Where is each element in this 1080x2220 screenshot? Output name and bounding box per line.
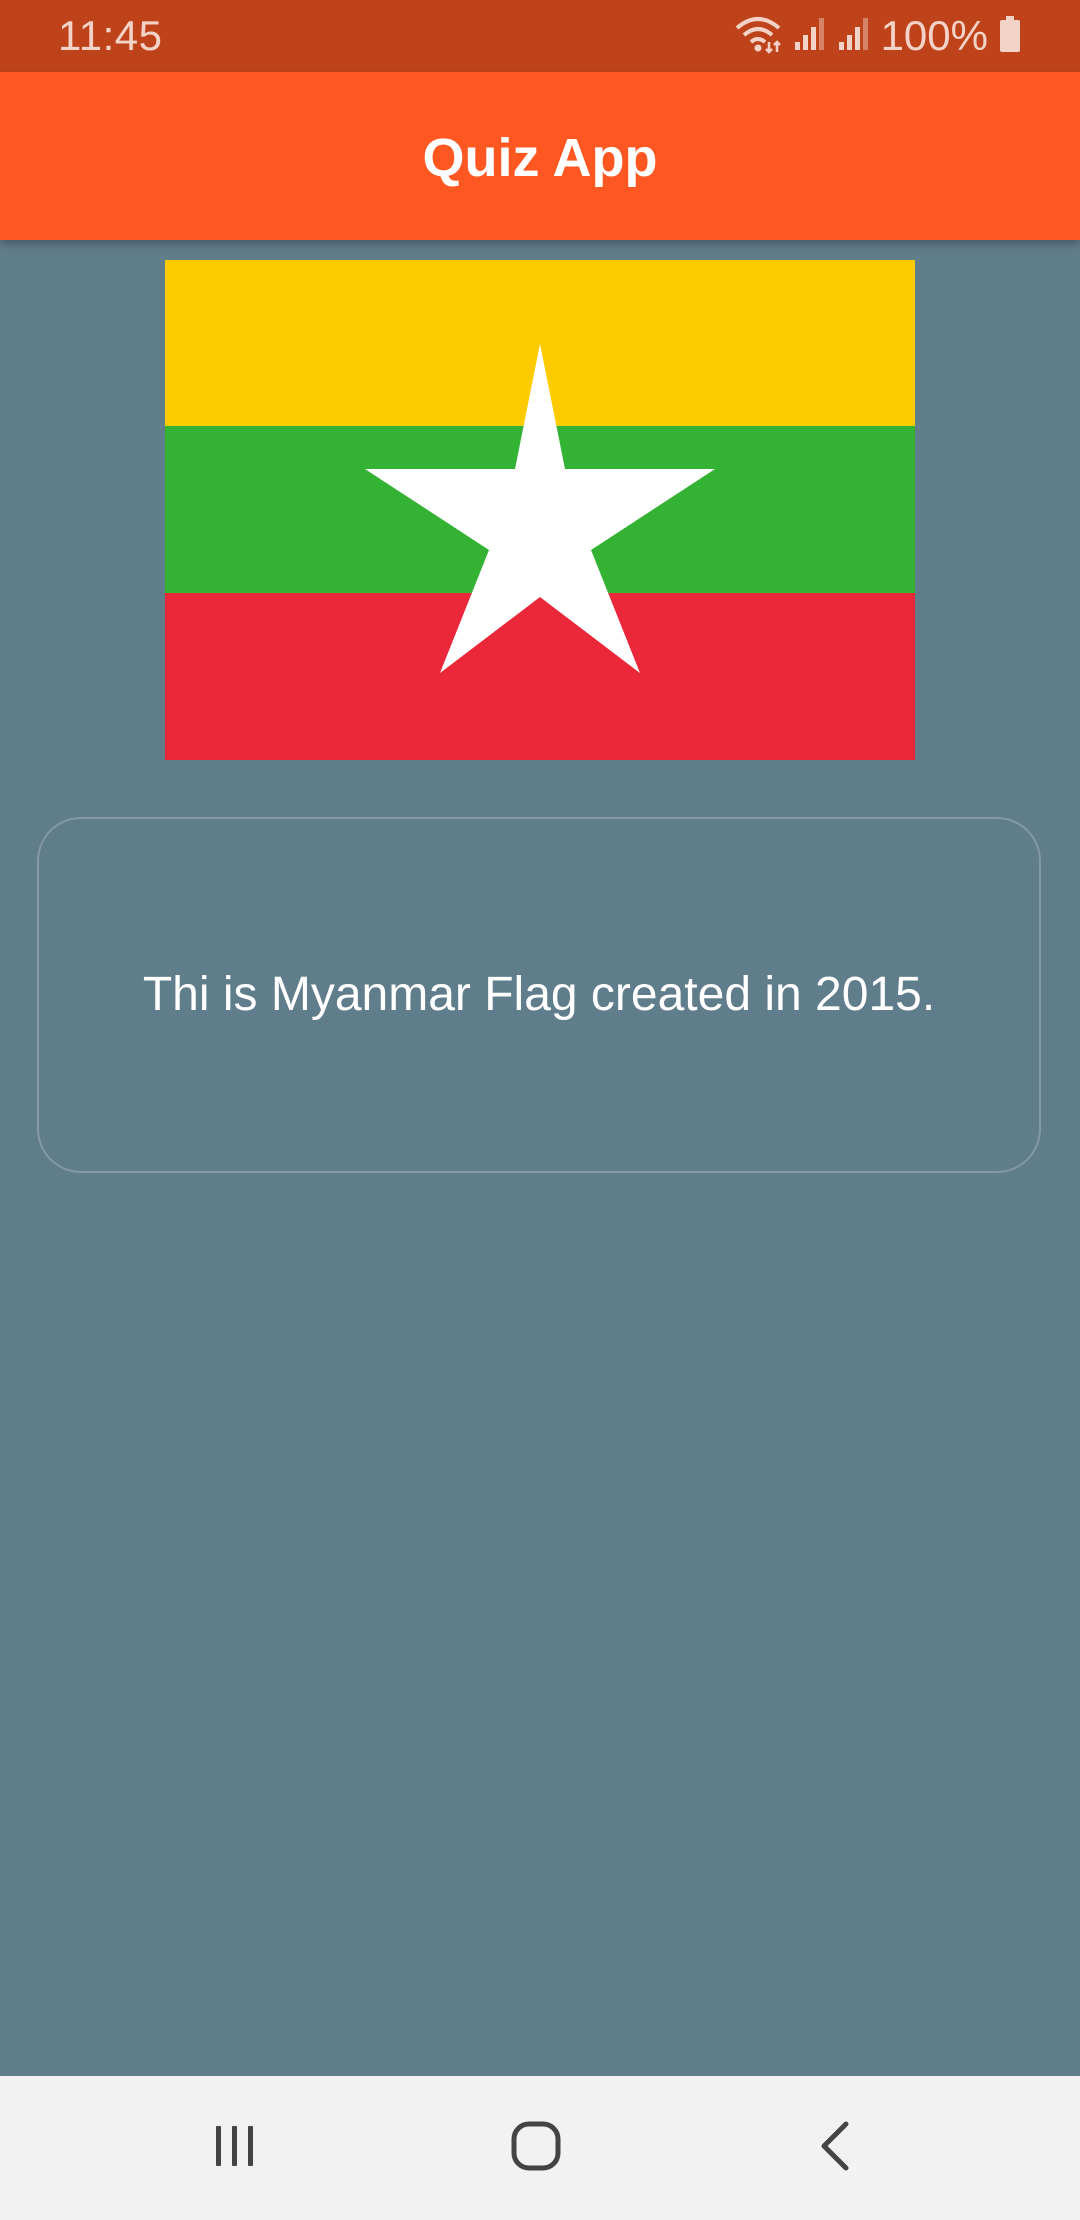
battery-percent: 100% <box>880 12 988 59</box>
navigation-bar <box>0 2076 1080 2220</box>
recent-apps-button[interactable] <box>145 2076 325 2220</box>
app-title: Quiz App <box>422 128 658 188</box>
recent-apps-icon <box>205 2116 265 2181</box>
info-card-text: Thi is Myanmar Flag created in 2015. <box>142 968 936 1021</box>
signal-icon <box>837 16 871 57</box>
home-icon <box>506 2116 566 2181</box>
signal-icon <box>793 16 827 57</box>
home-button[interactable] <box>446 2076 626 2220</box>
status-icons: 100% <box>733 12 1022 60</box>
wifi-icon <box>733 14 783 59</box>
app-bar: Quiz App <box>0 72 1080 240</box>
back-button[interactable] <box>748 2076 928 2220</box>
status-bar: 11:45 100% <box>0 0 1080 72</box>
info-card[interactable]: Thi is Myanmar Flag created in 2015. <box>37 817 1041 1173</box>
status-time: 11:45 <box>58 12 163 59</box>
flag-stripe-red <box>165 593 915 760</box>
back-icon <box>808 2116 868 2181</box>
battery-icon <box>998 15 1022 58</box>
myanmar-flag-image <box>165 260 915 760</box>
